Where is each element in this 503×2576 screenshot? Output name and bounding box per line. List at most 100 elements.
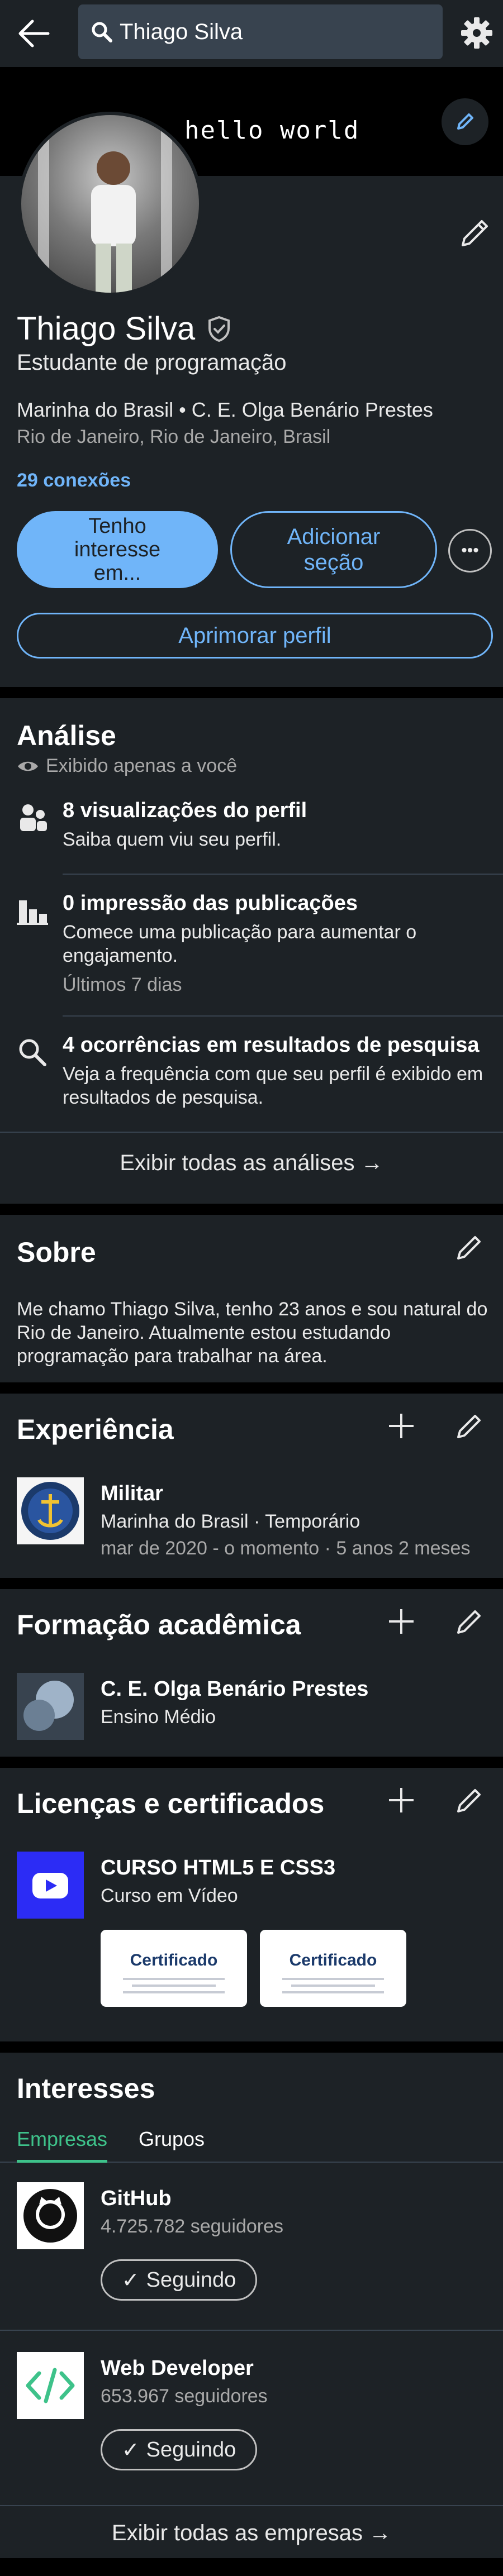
impressions-desc: Comece uma publicação para aumentar o en… (63, 922, 417, 966)
following-button[interactable]: ✓ Seguindo (101, 2429, 257, 2470)
divider (0, 1132, 503, 1133)
company-name[interactable]: Web Developer (101, 2356, 254, 2381)
divider (0, 2330, 503, 2331)
certificate-thumb-label: Certificado (289, 1951, 377, 1969)
edit-education-icon[interactable] (454, 1606, 485, 1637)
following-label: Seguindo (146, 2437, 236, 2461)
interests-section: Interesses Empresas Grupos GitHub 4.725.… (0, 2053, 503, 2558)
education-title: Formação acadêmica (17, 1609, 301, 1640)
banner-text: hello world (184, 116, 360, 145)
see-all-companies-link[interactable]: Exibir todas as empresas → (0, 2521, 503, 2546)
profile-name-row: Thiago Silva (17, 310, 233, 347)
navy-logo-icon (17, 1477, 84, 1544)
tab-companies[interactable]: Empresas (17, 2117, 108, 2163)
improve-profile-label: Aprimorar perfil (178, 623, 331, 648)
private-note: Exibido apenas a você (17, 755, 237, 777)
add-section-label: Adicionar seção (287, 524, 381, 575)
see-all-analytics-link[interactable]: Exibir todas as análises → (0, 1151, 503, 1176)
experience-role: Militar (101, 1482, 163, 1505)
search-bar[interactable]: Thiago Silva (78, 4, 443, 59)
thumb-line (132, 1985, 216, 1987)
divider (0, 2505, 503, 2506)
people-icon (20, 804, 47, 831)
profile-location: Rio de Janeiro, Rio de Janeiro, Brasil (17, 426, 331, 447)
thumb-line (291, 1985, 375, 1987)
analytics-item-impressions[interactable]: 0 impressão das publicações Comece uma p… (17, 891, 492, 1003)
search-icon (92, 22, 112, 42)
back-arrow-icon[interactable] (17, 18, 50, 49)
video-play-logo-icon (17, 1852, 84, 1919)
pencil-icon (457, 113, 473, 130)
thumb-line (123, 1978, 225, 1980)
top-bar: Thiago Silva (0, 0, 503, 67)
certificate-thumb-label: Certificado (130, 1951, 218, 1969)
edit-banner-button[interactable] (442, 98, 488, 145)
add-section-button[interactable]: Adicionar seção (230, 511, 437, 588)
bar-chart-icon (17, 900, 48, 925)
edit-profile-icon[interactable] (457, 215, 493, 251)
eye-icon (18, 761, 38, 771)
school-logo-icon (17, 1673, 84, 1740)
edit-certifications-icon[interactable] (454, 1785, 485, 1816)
verified-shield-icon[interactable] (205, 315, 233, 343)
certificate-issuer: Curso em Vídeo (101, 1885, 238, 1906)
following-label: Seguindo (146, 2268, 236, 2292)
open-to-label: Tenho interesse em... (74, 514, 161, 585)
check-icon: ✓ (121, 2438, 140, 2462)
profile-org-line: Marinha do Brasil • C. E. Olga Benário P… (17, 398, 433, 421)
about-title: Sobre (17, 1237, 96, 1268)
analytics-section: Análise Exibido apenas a você 8 visualiz… (0, 698, 503, 1204)
certifications-title: Licenças e certificados (17, 1788, 325, 1819)
profile-screen: Thiago Silva hello world Thiago Silva Es… (0, 0, 503, 2576)
school-level: Ensino Médio (101, 1706, 216, 1728)
company-name[interactable]: GitHub (101, 2187, 172, 2211)
search-icon (19, 1039, 46, 1066)
certificate-thumbnail[interactable]: Certificado (101, 1930, 247, 2007)
github-logo-icon (17, 2182, 84, 2249)
interests-title: Interesses (17, 2073, 155, 2104)
about-section: Sobre Me chamo Thiago Silva, tenho 23 an… (0, 1215, 503, 1382)
divider (63, 874, 503, 875)
search-appearances-desc: Veja a frequência com que seu perfil é e… (63, 1063, 483, 1108)
code-brackets-logo-icon (17, 2352, 84, 2419)
profile-headline: Estudante de programação (17, 350, 287, 375)
thumb-line (123, 1991, 225, 1993)
edit-experience-icon[interactable] (454, 1410, 485, 1442)
edit-about-icon[interactable] (454, 1232, 485, 1263)
school-name: C. E. Olga Benário Prestes (101, 1677, 369, 1701)
analytics-item-profile-views[interactable]: 8 visualizações do perfil Saiba quem viu… (17, 799, 492, 860)
profile-card: Thiago Silva Estudante de programação Ma… (0, 112, 503, 687)
search-appearances-title: 4 ocorrências em resultados de pesquisa (63, 1033, 480, 1057)
thumb-line (282, 1991, 384, 1993)
plus-icon[interactable] (386, 1785, 417, 1816)
private-note-text: Exibido apenas a você (46, 755, 238, 776)
company-followers: 653.967 seguidores (101, 2386, 268, 2407)
analytics-item-search-appearances[interactable]: 4 ocorrências em resultados de pesquisa … (17, 1033, 492, 1108)
impressions-title: 0 impressão das publicações (63, 891, 358, 915)
analytics-title: Análise (17, 720, 116, 751)
impressions-period: Últimos 7 dias (63, 974, 182, 995)
open-to-button[interactable]: Tenho interesse em... (17, 511, 218, 588)
more-options-button[interactable]: ••• (448, 529, 492, 573)
interests-tabs: Empresas Grupos (0, 2117, 503, 2163)
profile-name: Thiago Silva (17, 311, 196, 347)
check-icon: ✓ (121, 2268, 140, 2292)
plus-icon[interactable] (386, 1410, 417, 1442)
gear-icon[interactable] (459, 16, 494, 50)
experience-period: mar de 2020 - o momento · 5 anos 2 meses (101, 1538, 471, 1559)
profile-views-title: 8 visualizações do perfil (63, 799, 307, 822)
divider (63, 1015, 503, 1017)
profile-views-desc: Saiba quem viu seu perfil. (63, 829, 282, 850)
person-photo (38, 115, 172, 293)
following-button[interactable]: ✓ Seguindo (101, 2259, 257, 2301)
avatar[interactable] (18, 112, 202, 296)
improve-profile-button[interactable]: Aprimorar perfil (17, 613, 493, 659)
certificate-name: CURSO HTML5 E CSS3 (101, 1856, 336, 1879)
experience-title: Experiência (17, 1414, 174, 1445)
plus-icon[interactable] (386, 1606, 417, 1637)
thumb-line (282, 1978, 384, 1980)
connections-link[interactable]: 29 conexões (17, 470, 131, 492)
tab-groups[interactable]: Grupos (139, 2117, 205, 2162)
certificate-thumbnail[interactable]: Certificado (260, 1930, 406, 2007)
education-section: Formação acadêmica C. E. Olga Benário Pr… (0, 1589, 503, 1757)
